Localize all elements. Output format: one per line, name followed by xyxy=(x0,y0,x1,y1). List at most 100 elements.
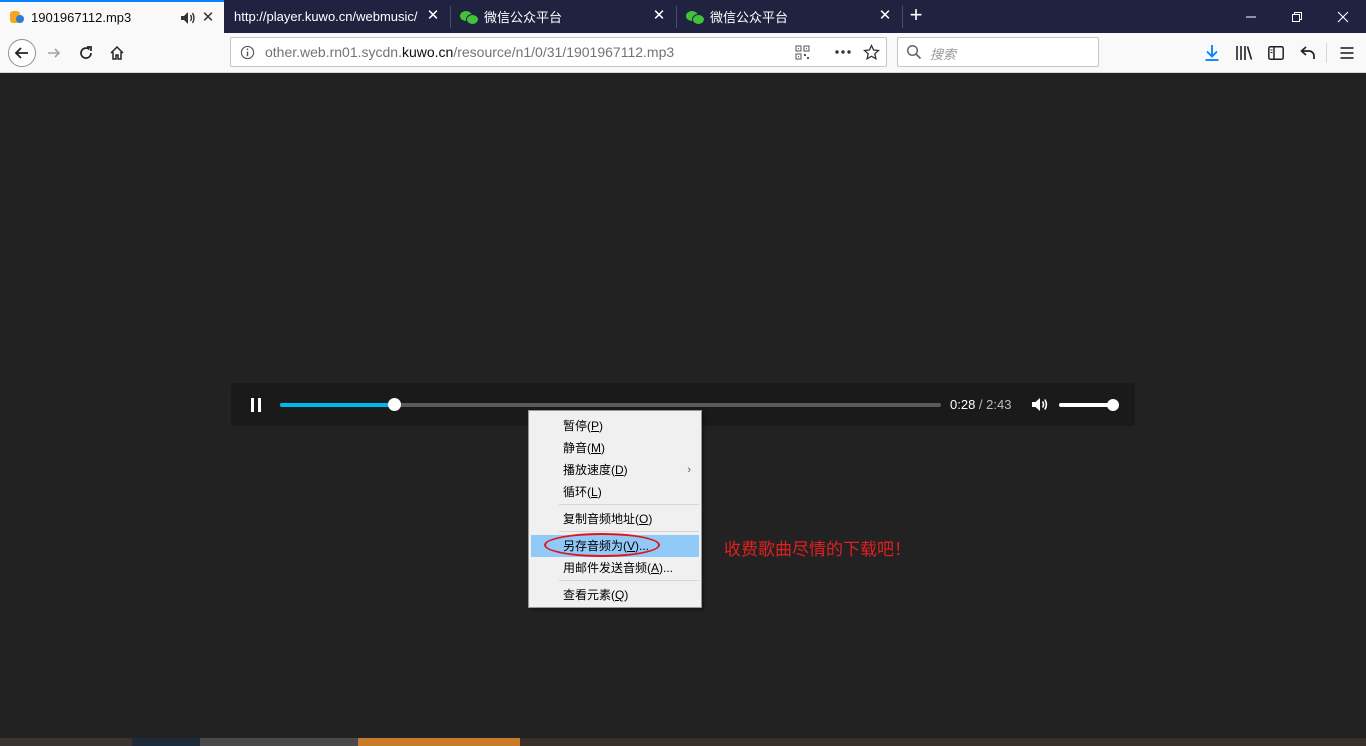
tab-strip: 1901967112.mp3 ✕ http://player.kuwo.cn/w… xyxy=(0,0,1366,33)
back-arrow-icon xyxy=(8,39,36,67)
search-icon xyxy=(906,44,922,60)
home-button[interactable] xyxy=(101,37,133,69)
time-readout: 0:28 / 2:43 xyxy=(950,397,1011,412)
sidebar-icon xyxy=(1268,46,1284,60)
menu-item-accesskey: L xyxy=(591,485,598,499)
undo-arrow-icon xyxy=(1300,46,1315,59)
download-arrow-icon xyxy=(1205,45,1219,61)
menu-separator xyxy=(559,580,699,581)
menu-item-tail: ) xyxy=(623,463,628,477)
annotation-circle xyxy=(544,533,660,557)
menu-item-tail: ) xyxy=(601,441,605,455)
tab-title: 微信公众平台 xyxy=(484,10,563,25)
restore-icon[interactable] xyxy=(1274,0,1320,33)
taskbar-segment xyxy=(520,738,1366,746)
time-separator: / xyxy=(975,397,987,412)
url-suffix: /resource/n1/0/31/1901967112.mp3 xyxy=(453,44,675,60)
menu-item-loop[interactable]: 循环(L) xyxy=(531,481,699,503)
reload-icon xyxy=(80,46,92,59)
reload-button[interactable] xyxy=(70,37,102,69)
tab-separator xyxy=(902,6,903,28)
menu-item-accesskey: A xyxy=(651,561,660,575)
tab-close-icon[interactable]: ✕ xyxy=(877,8,893,24)
menu-item-accesskey: D xyxy=(615,463,624,477)
downloads-button[interactable] xyxy=(1196,37,1228,69)
home-icon xyxy=(110,45,124,60)
progress-fill xyxy=(280,403,394,407)
menu-item-accesskey: P xyxy=(591,419,600,433)
taskbar-segment xyxy=(0,738,132,746)
library-button[interactable] xyxy=(1228,37,1260,69)
menu-item-tail: ) xyxy=(597,485,602,499)
menu-item-tail: ) xyxy=(624,588,629,602)
menu-item-label: 查看元素( xyxy=(563,588,615,602)
menu-item-inspect-element[interactable]: 查看元素(Q) xyxy=(531,584,699,606)
tab-mp3[interactable]: 1901967112.mp3 ✕ xyxy=(0,0,224,33)
tab-close-icon[interactable]: ✕ xyxy=(425,8,441,24)
volume-thumb[interactable] xyxy=(1107,399,1119,411)
menu-separator xyxy=(559,531,699,532)
forward-arrow-icon xyxy=(48,48,61,58)
new-tab-plus-icon[interactable]: + xyxy=(905,4,927,28)
menu-item-mute[interactable]: 静音(M) xyxy=(531,437,699,459)
progress-slider[interactable] xyxy=(280,398,941,411)
speaker-playing-icon[interactable] xyxy=(180,11,196,25)
url-text[interactable]: other.web.rn01.sycdn.kuwo.cn/resource/n1… xyxy=(265,44,674,60)
wechat-favicon-icon xyxy=(460,9,479,25)
menu-item-tail: )... xyxy=(659,561,674,575)
url-prefix: other.web.rn01.sycdn. xyxy=(265,44,402,60)
hamburger-menu-icon xyxy=(1340,47,1354,59)
current-time: 0:28 xyxy=(950,397,976,412)
volume-icon[interactable] xyxy=(1031,397,1049,412)
kuwo-favicon-icon xyxy=(9,10,25,26)
menu-item-tail: ) xyxy=(648,512,653,526)
pause-icon[interactable] xyxy=(250,398,262,412)
menu-item-copy-audio-address[interactable]: 复制音频地址(O) xyxy=(531,508,699,530)
qr-code-icon[interactable] xyxy=(795,45,810,60)
volume-fill xyxy=(1059,403,1113,407)
menu-item-label: 用邮件发送音频( xyxy=(563,561,651,575)
tab-wechat-2[interactable]: 微信公众平台 ✕ xyxy=(677,0,901,33)
search-placeholder: 搜索 xyxy=(930,47,957,62)
tab-close-icon[interactable]: ✕ xyxy=(200,10,216,26)
duration: 2:43 xyxy=(986,397,1012,412)
sidebar-button[interactable] xyxy=(1260,37,1292,69)
wechat-favicon-icon xyxy=(686,9,705,25)
window-close-icon[interactable] xyxy=(1320,0,1366,33)
taskbar-segment xyxy=(358,738,520,746)
tab-wechat-1[interactable]: 微信公众平台 ✕ xyxy=(451,0,675,33)
menu-item-accesskey: M xyxy=(591,441,601,455)
taskbar-strip xyxy=(0,738,1366,746)
menu-item-label: 暂停( xyxy=(563,419,591,433)
menu-item-tail: ) xyxy=(599,419,604,433)
menu-item-label: 静音( xyxy=(563,441,591,455)
menu-item-accesskey: Q xyxy=(615,588,625,602)
taskbar-segment xyxy=(132,738,200,746)
menu-item-label: 循环( xyxy=(563,485,591,499)
tab-title: 1901967112.mp3 xyxy=(31,10,132,25)
menu-separator xyxy=(559,504,699,505)
minimize-icon[interactable] xyxy=(1228,0,1274,33)
menu-item-playback-speed[interactable]: 播放速度(D) › xyxy=(531,459,699,481)
context-menu: 暂停(P) 静音(M) 播放速度(D) › 循环(L) 复制音频地址(O) 另存音… xyxy=(528,410,702,608)
tab-kuwo-player[interactable]: http://player.kuwo.cn/webmusic/ ✕ xyxy=(225,0,449,33)
page-actions-icon[interactable] xyxy=(835,50,851,54)
address-bar[interactable]: other.web.rn01.sycdn.kuwo.cn/resource/n1… xyxy=(230,37,887,67)
menu-button[interactable] xyxy=(1331,37,1363,69)
menu-item-pause[interactable]: 暂停(P) xyxy=(531,415,699,437)
info-icon[interactable] xyxy=(240,45,255,60)
back-button[interactable] xyxy=(6,37,38,69)
menu-item-accesskey: O xyxy=(639,512,649,526)
bookmark-star-icon[interactable] xyxy=(863,44,880,61)
progress-thumb[interactable] xyxy=(387,398,401,411)
undo-close-tab-button[interactable] xyxy=(1292,37,1324,69)
forward-button[interactable] xyxy=(38,37,70,69)
library-icon xyxy=(1236,46,1253,60)
tab-close-icon[interactable]: ✕ xyxy=(651,8,667,24)
search-input[interactable]: 搜索 xyxy=(897,37,1099,67)
annotation-text: 收费歌曲尽情的下载吧！ xyxy=(724,540,911,560)
menu-item-label: 复制音频地址( xyxy=(563,512,639,526)
tab-title: http://player.kuwo.cn/webmusic/ xyxy=(234,9,418,24)
menu-item-email-audio[interactable]: 用邮件发送音频(A)... xyxy=(531,557,699,579)
volume-slider[interactable] xyxy=(1059,399,1119,411)
